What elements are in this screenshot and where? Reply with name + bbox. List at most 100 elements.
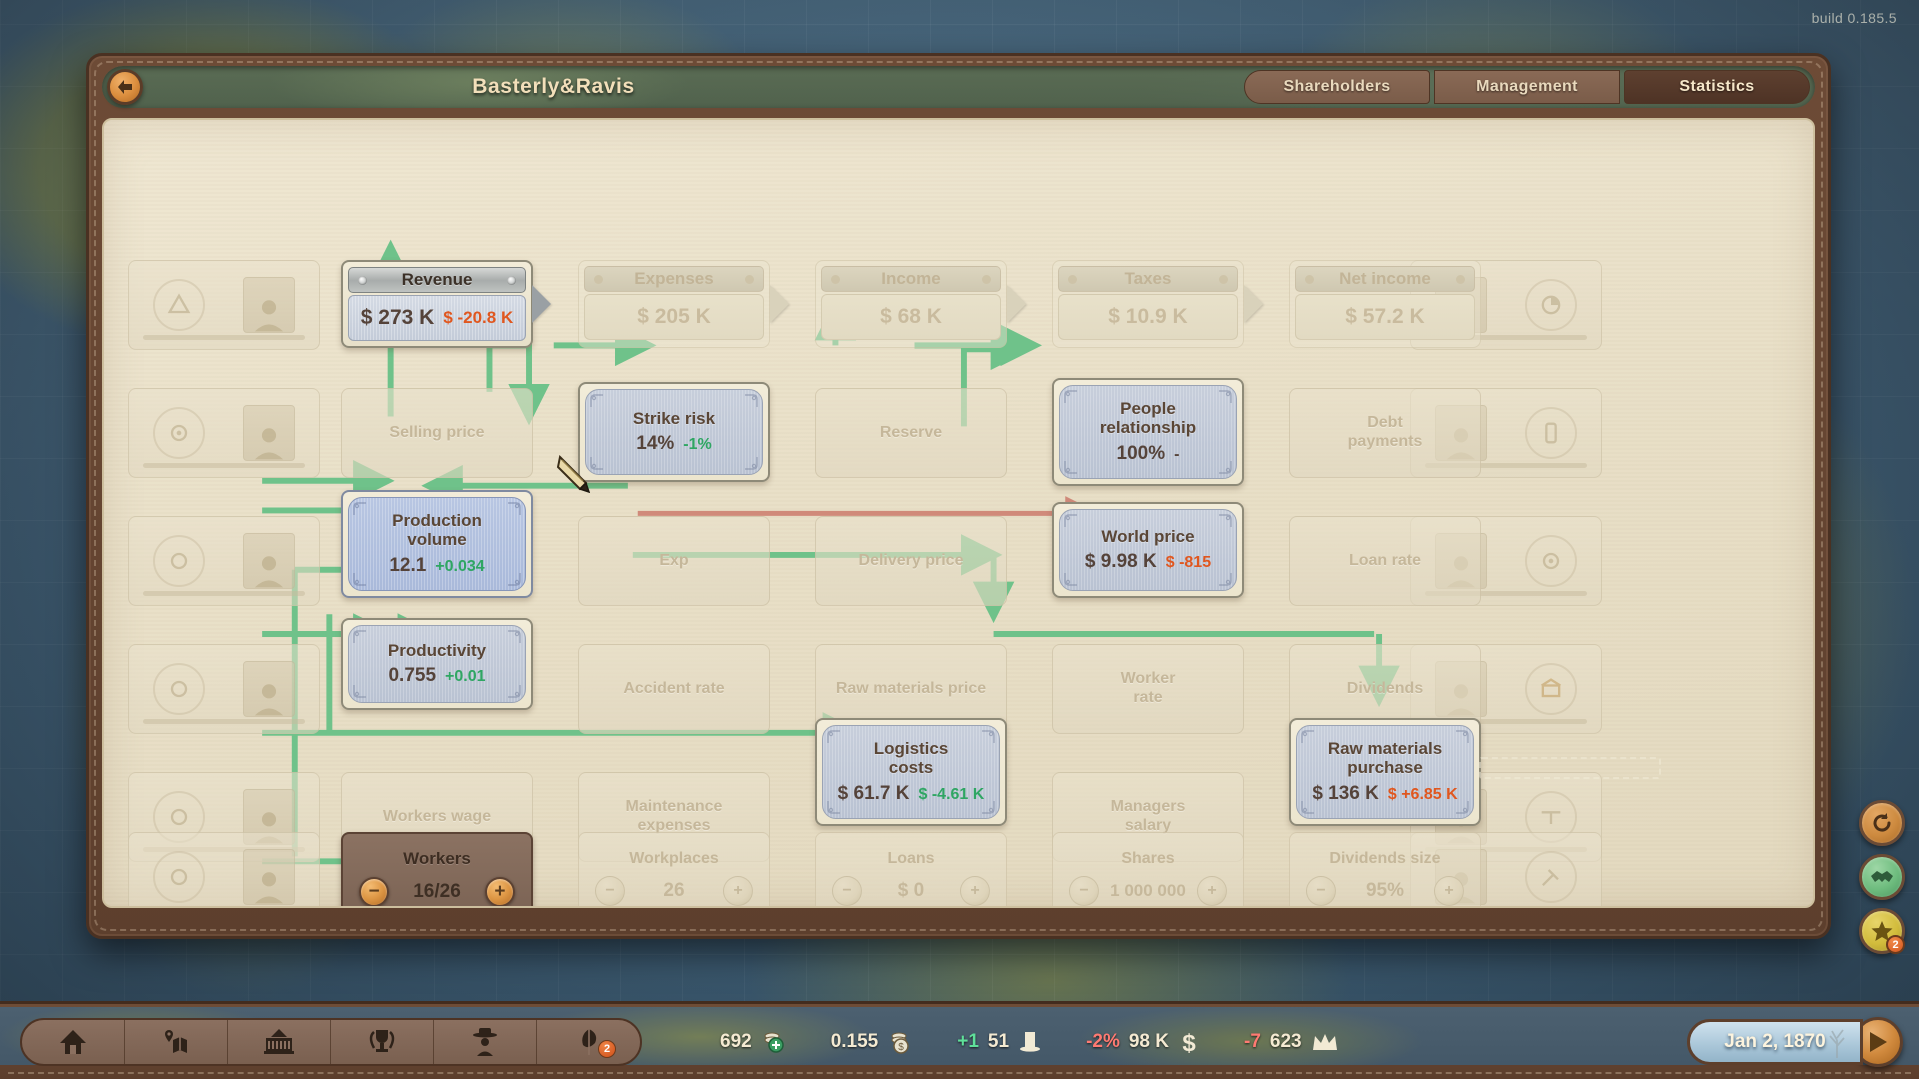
node-income-header: Income	[821, 266, 1001, 292]
chart-icon	[1525, 279, 1577, 331]
market-resource[interactable]: -2% 98 K $	[1086, 1029, 1200, 1055]
cog-icon	[153, 851, 205, 903]
ornament-icon	[1300, 729, 1316, 745]
node-taxes[interactable]: Taxes $ 10.9 K	[1052, 260, 1244, 348]
node-strike-risk-title: Strike risk	[633, 409, 715, 429]
node-revenue[interactable]: Revenue $ 273 K $ -20.8 K	[341, 260, 533, 348]
statistics-content: Revenue $ 273 K $ -20.8 K Expenses $ 205…	[102, 118, 1815, 908]
node-accident-rate[interactable]: Accident rate	[578, 644, 770, 734]
avatar	[243, 661, 295, 717]
ornament-icon	[1454, 799, 1470, 815]
rate-resource[interactable]: 0.155 $	[831, 1029, 914, 1055]
node-exp[interactable]: Exp	[578, 516, 770, 606]
stepper-dividends-size-plus[interactable]: +	[1434, 876, 1464, 906]
node-net-income-value: $ 57.2 K	[1345, 305, 1424, 329]
node-maintenance-expenses-title-1: Maintenance	[626, 798, 723, 817]
rivet-left	[1305, 275, 1314, 284]
node-production-volume[interactable]: Production volume 12.1 +0.034	[341, 490, 533, 598]
stepper-loans[interactable]: Loans − $ 0 +	[815, 832, 1007, 908]
node-strike-risk-value: 14%	[636, 433, 674, 455]
selection-marquee	[1479, 757, 1661, 779]
side-badge-left-2	[128, 388, 320, 478]
stepper-workplaces-value: 26	[663, 880, 684, 902]
node-workers-wage-title: Workers wage	[383, 808, 491, 827]
node-income[interactable]: Income $ 68 K	[815, 260, 1007, 348]
node-selling-price[interactable]: Selling price	[341, 388, 533, 478]
stepper-shares-minus[interactable]: −	[1069, 876, 1099, 906]
ornament-icon	[506, 571, 522, 587]
node-debt-payments-title-2: payments	[1348, 433, 1423, 452]
stepper-dividends-size-title: Dividends size	[1329, 850, 1440, 869]
stepper-workplaces-plus[interactable]: +	[723, 876, 753, 906]
tab-bar: Shareholders Management Statistics	[1244, 70, 1810, 104]
node-strike-risk-inner: Strike risk 14% -1%	[585, 389, 763, 475]
tab-statistics[interactable]: Statistics	[1624, 70, 1810, 104]
favorites-button[interactable]: 2	[1859, 908, 1905, 954]
stepper-shares-value: 1 000 000	[1110, 881, 1186, 901]
node-delivery-price[interactable]: Delivery price	[815, 516, 1007, 606]
stepper-dividends-size-minus[interactable]: −	[1306, 876, 1336, 906]
cash-resource[interactable]: 692	[720, 1029, 787, 1055]
node-logistics-costs[interactable]: Logistics costs $ 61.7 K $ -4.61 K	[815, 718, 1007, 826]
rate-value: 0.155	[831, 1031, 879, 1053]
stepper-shares-controls: − 1 000 000 +	[1061, 876, 1235, 906]
influence-delta: -7	[1244, 1031, 1261, 1053]
stepper-dividends-size[interactable]: Dividends size − 95% +	[1289, 832, 1481, 908]
window-titlebar: Basterly&Ravis Shareholders Management S…	[102, 66, 1815, 108]
tab-shareholders[interactable]: Shareholders	[1244, 70, 1430, 104]
research-button[interactable]: 2	[537, 1020, 640, 1064]
node-logistics-costs-values: $ 61.7 K $ -4.61 K	[838, 783, 985, 805]
buildings-button[interactable]	[22, 1020, 125, 1064]
node-production-volume-value: 12.1	[389, 555, 426, 577]
stepper-loans-controls: − $ 0 +	[824, 876, 998, 906]
node-productivity[interactable]: Productivity 0.755 +0.01	[341, 618, 533, 710]
stepper-dividends-size-value: 95%	[1366, 880, 1404, 902]
tab-management[interactable]: Management	[1434, 70, 1620, 104]
node-people-relationship[interactable]: People relationship 100% -	[1052, 378, 1244, 486]
stepper-shares-plus[interactable]: +	[1197, 876, 1227, 906]
trade-deal-button[interactable]	[1859, 854, 1905, 900]
crown-icon	[1311, 1030, 1339, 1054]
population-resource[interactable]: +1 51	[957, 1029, 1042, 1055]
node-net-income[interactable]: Net income $ 57.2 K	[1289, 260, 1481, 348]
stepper-loans-minus[interactable]: −	[832, 876, 862, 906]
side-badge-left-4	[128, 644, 320, 734]
influence-resource[interactable]: -7 623	[1244, 1030, 1339, 1054]
map-button[interactable]	[125, 1020, 228, 1064]
stepper-workplaces-minus[interactable]: −	[595, 876, 625, 906]
node-expenses[interactable]: Expenses $ 205 K	[578, 260, 770, 348]
stepper-shares[interactable]: Shares − 1 000 000 +	[1052, 832, 1244, 908]
ornament-icon	[352, 501, 368, 517]
stepper-workplaces[interactable]: Workplaces − 26 +	[578, 832, 770, 908]
flow-chevron	[1007, 285, 1026, 323]
node-worker-rate[interactable]: Worker rate	[1052, 644, 1244, 734]
company-window: Basterly&Ravis Shareholders Management S…	[86, 53, 1831, 939]
refresh-button[interactable]	[1859, 800, 1905, 846]
stepper-workers-minus[interactable]: −	[359, 877, 389, 907]
achievements-button[interactable]	[331, 1020, 434, 1064]
government-button[interactable]	[228, 1020, 331, 1064]
node-strike-risk-delta: -1%	[683, 436, 711, 455]
ornament-icon	[826, 729, 842, 745]
side-badge-left-1	[128, 260, 320, 350]
node-raw-materials-purchase-values: $ 136 K $ +6.85 K	[1312, 783, 1457, 805]
stepper-workers-plus[interactable]: +	[485, 877, 515, 907]
node-debt-payments[interactable]: Debt payments	[1289, 388, 1481, 478]
node-reserve[interactable]: Reserve	[815, 388, 1007, 478]
ornament-icon	[1217, 389, 1233, 405]
agents-button[interactable]	[434, 1020, 537, 1064]
node-taxes-body: $ 10.9 K	[1058, 294, 1238, 340]
node-strike-risk[interactable]: Strike risk 14% -1%	[578, 382, 770, 482]
side-badge-left-3	[128, 516, 320, 606]
badge-underline	[143, 591, 305, 596]
node-taxes-value: $ 10.9 K	[1108, 305, 1187, 329]
current-date: Jan 2, 1870	[1724, 1031, 1825, 1053]
node-world-price[interactable]: World price $ 9.98 K $ -815	[1052, 502, 1244, 598]
stepper-workers[interactable]: Workers − 16/26 +	[341, 832, 533, 908]
flow-chevron	[1244, 285, 1263, 323]
node-loan-rate[interactable]: Loan rate	[1289, 516, 1481, 606]
node-raw-materials-purchase[interactable]: Raw materials purchase $ 136 K $ +6.85 K	[1289, 718, 1481, 826]
date-plate[interactable]: Jan 2, 1870	[1687, 1019, 1863, 1065]
stepper-loans-plus[interactable]: +	[960, 876, 990, 906]
node-net-income-header: Net income	[1295, 266, 1475, 292]
